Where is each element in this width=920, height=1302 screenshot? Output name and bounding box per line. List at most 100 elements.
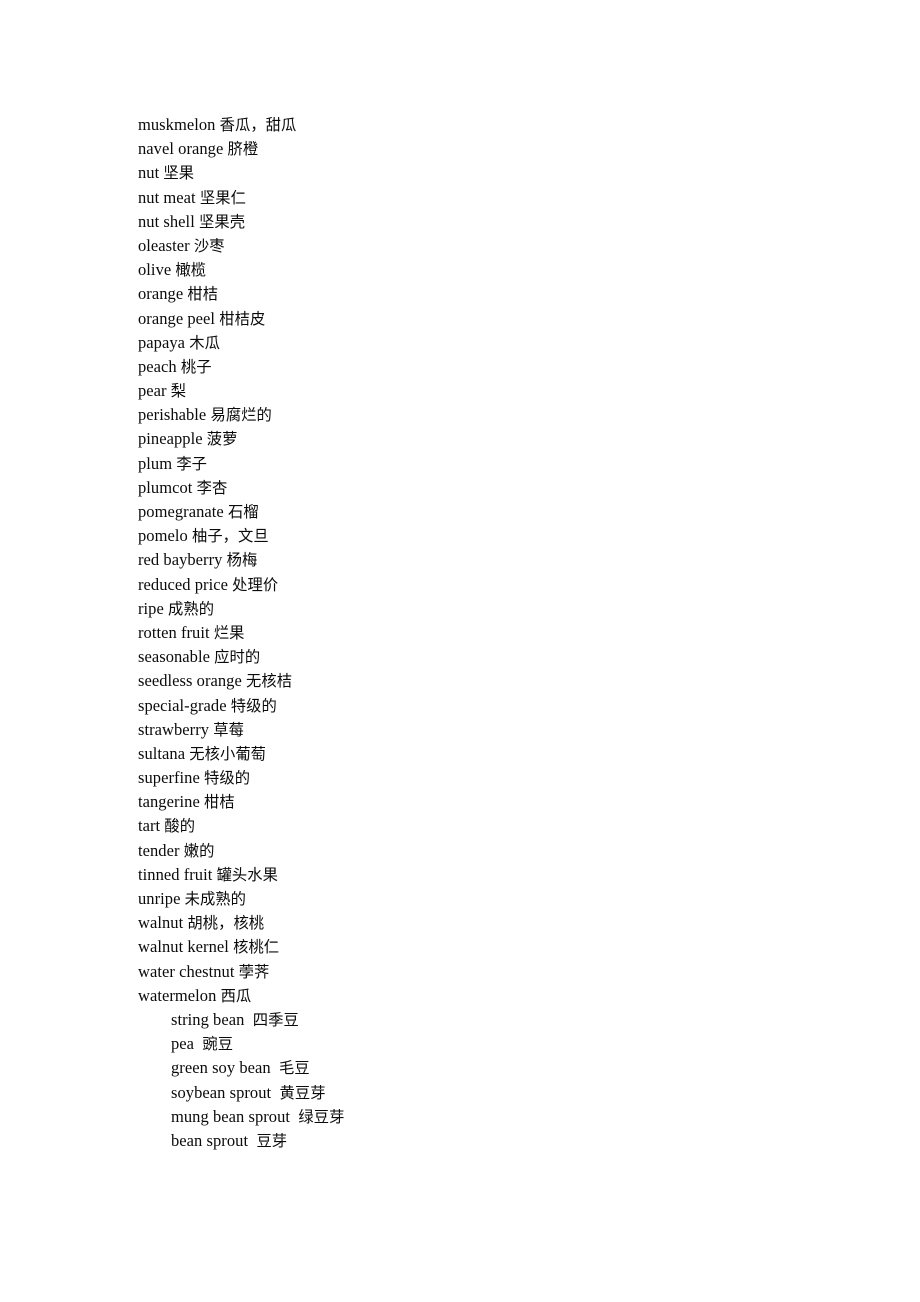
entry-term: strawberry <box>138 719 210 739</box>
glossary-entry: special-grade 特级的 <box>138 694 838 718</box>
entry-term: superfine <box>138 768 200 788</box>
glossary-entry: orange peel 柑桔皮 <box>138 307 838 331</box>
glossary-entry: olive 橄榄 <box>138 258 838 282</box>
entry-term: seedless orange <box>138 671 242 691</box>
entry-term: tinned fruit <box>138 864 213 884</box>
entry-term: bean sprout <box>171 1130 249 1150</box>
entry-gloss: 西瓜 <box>220 986 252 1005</box>
glossary-entry: pear 梨 <box>138 379 838 403</box>
entry-term: muskmelon <box>138 115 216 134</box>
entry-gloss: 豆芽 <box>256 1131 288 1150</box>
entry-gloss: 杨梅 <box>226 551 258 570</box>
entry-term: orange peel <box>138 308 216 328</box>
entry-gloss: 豌豆 <box>202 1035 234 1054</box>
glossary-entry: pineapple 菠萝 <box>138 427 838 451</box>
entry-term: oleaster <box>138 235 190 255</box>
entry-gloss: 绿豆芽 <box>298 1107 345 1126</box>
entry-gloss: 罐头水果 <box>216 865 278 884</box>
entry-term: reduced price <box>138 574 228 594</box>
entry-term: red bayberry <box>138 550 223 570</box>
glossary-entry: walnut 胡桃，核桃 <box>138 911 838 935</box>
entry-gloss: 无核桔 <box>246 672 293 691</box>
glossary-entry: orange 柑桔 <box>138 282 838 306</box>
glossary-entry: green soy bean 毛豆 <box>138 1056 838 1080</box>
entry-gloss: 处理价 <box>232 575 279 594</box>
entry-term: walnut <box>138 913 184 933</box>
glossary-entry: string bean 四季豆 <box>138 1008 838 1032</box>
glossary-entry: soybean sprout 黄豆芽 <box>138 1081 838 1105</box>
entry-term: pear <box>138 381 167 401</box>
glossary-entry: pea 豌豆 <box>138 1032 838 1056</box>
entry-term: tart <box>138 816 161 836</box>
entry-term: sultana <box>138 743 186 763</box>
entry-term: soybean sprout <box>171 1082 272 1102</box>
glossary-entry: tinned fruit 罐头水果 <box>138 863 838 887</box>
glossary-entry: peach 桃子 <box>138 355 838 379</box>
entry-gloss: 柑桔 <box>187 285 219 304</box>
entry-term: tangerine <box>138 792 200 812</box>
glossary-entry: rotten fruit 烂果 <box>138 621 838 645</box>
entry-term: nut shell <box>138 211 195 231</box>
entry-term: special-grade <box>138 695 227 715</box>
entry-gloss: 黄豆芽 <box>279 1083 326 1102</box>
glossary-entry: tangerine 柑桔 <box>138 790 838 814</box>
glossary-entry: ripe 成熟的 <box>138 597 838 621</box>
glossary-entry: perishable 易腐烂的 <box>138 403 838 427</box>
entry-term: peach <box>138 356 177 376</box>
glossary-entry: pomelo 柚子，文旦 <box>138 524 838 548</box>
entry-term: ripe <box>138 598 164 618</box>
glossary-entry: tender 嫩的 <box>138 839 838 863</box>
entry-gloss: 坚果 <box>163 164 195 183</box>
glossary-entry: strawberry 草莓 <box>138 718 838 742</box>
entry-gloss: 脐橙 <box>227 140 259 159</box>
glossary-entry: seedless orange 无核桔 <box>138 669 838 693</box>
entry-gloss: 坚果壳 <box>199 212 246 231</box>
glossary-entry: muskmelon 香瓜，甜瓜 <box>138 113 838 137</box>
glossary-entry: pomegranate 石榴 <box>138 500 838 524</box>
entry-gloss: 酸的 <box>164 817 196 836</box>
document-page: muskmelon 香瓜，甜瓜 navel orange 脐橙 nut 坚果 nut … <box>0 0 920 1302</box>
entry-term: orange <box>138 284 184 304</box>
entry-gloss: 菠萝 <box>206 430 238 449</box>
entry-gloss: 橄榄 <box>175 261 207 280</box>
glossary-entry: water chestnut 荸荠 <box>138 960 838 984</box>
entry-term: watermelon <box>138 985 217 1005</box>
entry-gloss: 柑桔皮 <box>219 309 266 328</box>
entry-gloss: 桃子 <box>180 357 212 376</box>
entry-gloss: 柑桔 <box>204 793 235 812</box>
glossary-entry: plumcot 李杏 <box>138 476 838 500</box>
entry-term: string bean <box>171 1009 245 1029</box>
glossary-entry: nut shell 坚果壳 <box>138 210 838 234</box>
entry-term: navel orange <box>138 139 224 159</box>
entry-gloss: 荸荠 <box>238 962 270 981</box>
entry-gloss: 特级的 <box>230 696 277 715</box>
entry-gloss: 草莓 <box>213 720 244 739</box>
entry-gloss: 特级的 <box>204 769 251 788</box>
glossary-entry: tart 酸的 <box>138 814 838 838</box>
glossary-entry: sultana 无核小葡萄 <box>138 742 838 766</box>
entry-term: pomegranate <box>138 502 224 521</box>
entry-term: water chestnut <box>138 961 235 981</box>
entry-term: papaya <box>138 332 186 352</box>
entry-gloss: 未成熟的 <box>184 890 247 908</box>
entry-gloss: 李杏 <box>196 478 228 497</box>
entry-term: tender <box>138 840 180 860</box>
entry-gloss: 李子 <box>176 454 208 473</box>
glossary-entry: bean sprout 豆芽 <box>138 1129 838 1153</box>
entry-separator <box>271 1083 279 1102</box>
entry-term: plumcot <box>138 477 193 497</box>
entry-gloss: 石榴 <box>227 503 259 521</box>
glossary-entry: superfine 特级的 <box>138 766 838 790</box>
glossary-entry: papaya 木瓜 <box>138 331 838 355</box>
entry-term: perishable <box>138 405 207 425</box>
entry-gloss: 梨 <box>170 382 187 401</box>
entry-term: green soy bean <box>171 1058 271 1078</box>
glossary-entry: watermelon 西瓜 <box>138 984 838 1008</box>
entry-gloss: 成熟的 <box>168 599 215 618</box>
glossary-entry: nut meat 坚果仁 <box>138 186 838 210</box>
entry-gloss: 坚果仁 <box>199 188 246 207</box>
entry-term: plum <box>138 453 173 473</box>
entry-gloss: 木瓜 <box>189 333 220 352</box>
entry-gloss: 胡桃，核桃 <box>187 914 265 933</box>
glossary-entry: seasonable 应时的 <box>138 645 838 669</box>
